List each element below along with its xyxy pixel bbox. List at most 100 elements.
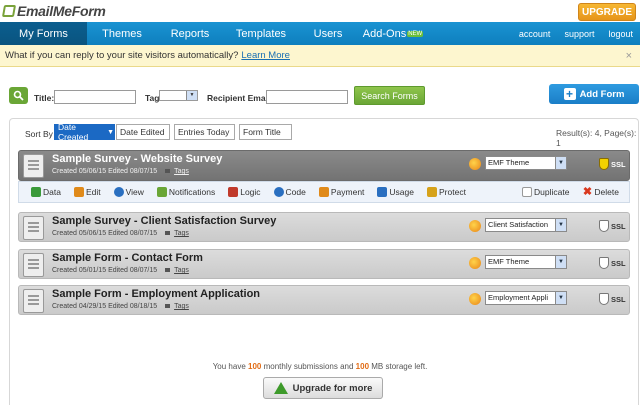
- action-delete[interactable]: ✖ Delete: [582, 187, 619, 198]
- support-link[interactable]: support: [557, 29, 601, 39]
- submissions-left: 100: [248, 362, 262, 371]
- logout-link[interactable]: logout: [601, 29, 640, 39]
- edited-date: Edited 08/07/15: [108, 230, 158, 237]
- shield-icon: [599, 257, 609, 269]
- theme-icon: [469, 257, 481, 269]
- logo[interactable]: EmailMeForm: [1, 2, 106, 20]
- theme-select[interactable]: Employment Appli ▼: [485, 291, 567, 305]
- tags-link[interactable]: Tags: [174, 168, 189, 175]
- action-label: Code: [285, 187, 306, 197]
- form-thumbnail-icon: [23, 216, 44, 240]
- form-meta: Created 05/06/15 Edited 08/07/15 Tags: [52, 230, 189, 237]
- created-date: Created 05/01/15: [52, 267, 107, 274]
- close-icon[interactable]: ×: [626, 50, 632, 62]
- tag-icon: [165, 268, 171, 273]
- search-forms-button[interactable]: Search Forms: [354, 86, 425, 105]
- action-protect[interactable]: Protect: [427, 187, 466, 197]
- form-title[interactable]: Sample Form - Contact Form: [52, 252, 203, 264]
- tag-icon: [165, 304, 171, 309]
- sort-date-created[interactable]: Date Created ▼: [54, 122, 115, 142]
- sort-date-edited[interactable]: Date Edited: [116, 124, 170, 140]
- theme-select[interactable]: EMF Theme ▼: [485, 255, 567, 269]
- sort-option-label: Date Edited: [120, 127, 165, 137]
- action-label: Duplicate: [533, 187, 570, 197]
- upgrade-label: Upgrade for more: [292, 382, 373, 394]
- action-data[interactable]: Data: [31, 187, 61, 197]
- sort-entries-today[interactable]: Entries Today: [174, 124, 235, 140]
- action-label: Logic: [240, 187, 261, 197]
- storage-left: 100: [355, 362, 370, 371]
- sort-option-label: Date Created: [58, 122, 89, 142]
- theme-select[interactable]: EMF Theme ▼: [485, 156, 567, 170]
- theme-icon: [469, 158, 481, 170]
- tab-add-ons[interactable]: Add-Ons NEW: [357, 22, 429, 45]
- tags-link[interactable]: Tags: [174, 230, 189, 237]
- action-edit[interactable]: Edit: [73, 187, 101, 197]
- form-row[interactable]: Sample Survey - Website Survey Created 0…: [18, 150, 630, 181]
- tab-label: Reports: [170, 27, 210, 40]
- theme-value: EMF Theme: [488, 158, 530, 167]
- form-title[interactable]: Sample Form - Employment Application: [52, 288, 260, 300]
- shield-icon: [599, 158, 609, 170]
- tab-themes[interactable]: Themes: [87, 22, 157, 45]
- ssl-label: SSL: [611, 159, 626, 169]
- account-link[interactable]: account: [512, 29, 558, 39]
- action-notifications[interactable]: Notifications: [156, 187, 215, 197]
- chevron-down-icon: ▼: [555, 219, 566, 231]
- add-form-button[interactable]: + Add Form: [549, 84, 639, 104]
- ssl-badge[interactable]: SSL: [599, 293, 626, 305]
- search-icon: [9, 87, 28, 104]
- action-logic[interactable]: Logic: [228, 187, 261, 197]
- tab-reports[interactable]: Reports: [157, 22, 223, 45]
- form-row[interactable]: Sample Form - Contact Form Created 05/01…: [18, 249, 630, 279]
- tab-templates[interactable]: Templates: [223, 22, 299, 45]
- theme-value: Client Satisfaction: [488, 220, 549, 229]
- tags-link[interactable]: Tags: [174, 303, 189, 310]
- ssl-badge[interactable]: SSL: [599, 158, 626, 170]
- magnifier-icon: [113, 187, 124, 197]
- form-row[interactable]: Sample Survey - Client Satisfaction Surv…: [18, 212, 630, 242]
- action-view[interactable]: View: [113, 187, 144, 197]
- upgrade-for-more-button[interactable]: Upgrade for more: [263, 377, 383, 399]
- tab-label: Themes: [102, 27, 142, 40]
- action-duplicate[interactable]: Duplicate: [521, 187, 570, 197]
- action-usage[interactable]: Usage: [377, 187, 414, 197]
- title-label: Title:: [34, 93, 55, 103]
- chevron-down-icon: ▼: [555, 256, 566, 268]
- main-nav: My Forms Themes Reports Templates Users …: [0, 22, 640, 45]
- form-meta: Created 05/06/15 Edited 08/07/15 Tags: [52, 168, 189, 175]
- learn-more-link[interactable]: Learn More: [241, 50, 290, 61]
- tags-link[interactable]: Tags: [174, 267, 189, 274]
- edited-date: Edited 08/18/15: [108, 303, 158, 310]
- promo-notice: What if you can reply to your site visit…: [0, 45, 640, 67]
- form-action-bar: Data Edit View Notifications Logic Code …: [18, 181, 630, 203]
- action-payment[interactable]: Payment: [318, 187, 364, 197]
- ssl-badge[interactable]: SSL: [599, 220, 626, 232]
- action-code[interactable]: Code: [273, 187, 306, 197]
- form-thumbnail-icon: [23, 253, 44, 277]
- created-date: Created 05/06/15: [52, 230, 107, 237]
- sort-option-label: Entries Today: [178, 127, 230, 137]
- duplicate-icon: [521, 187, 532, 197]
- tab-my-forms[interactable]: My Forms: [0, 22, 87, 45]
- title-input[interactable]: [54, 90, 136, 104]
- form-title[interactable]: Sample Survey - Website Survey: [52, 153, 222, 165]
- theme-value: Employment Appli: [488, 293, 549, 302]
- sort-form-title[interactable]: Form Title: [239, 124, 292, 140]
- tag-select[interactable]: ▼: [159, 90, 198, 101]
- ssl-badge[interactable]: SSL: [599, 257, 626, 269]
- shield-icon: [599, 293, 609, 305]
- form-title[interactable]: Sample Survey - Client Satisfaction Surv…: [52, 215, 276, 227]
- ssl-label: SSL: [611, 294, 626, 304]
- recipient-email-input[interactable]: [266, 90, 348, 104]
- form-row[interactable]: Sample Form - Employment Application Cre…: [18, 285, 630, 315]
- action-label: Delete: [594, 187, 619, 197]
- tab-label: Templates: [235, 27, 287, 40]
- theme-select[interactable]: Client Satisfaction ▼: [485, 218, 567, 232]
- ssl-label: SSL: [611, 221, 626, 231]
- notification-icon: [156, 187, 167, 197]
- upgrade-button[interactable]: UPGRADE: [578, 3, 636, 21]
- data-icon: [31, 187, 41, 197]
- pencil-icon: [73, 187, 84, 197]
- tab-users[interactable]: Users: [299, 22, 357, 45]
